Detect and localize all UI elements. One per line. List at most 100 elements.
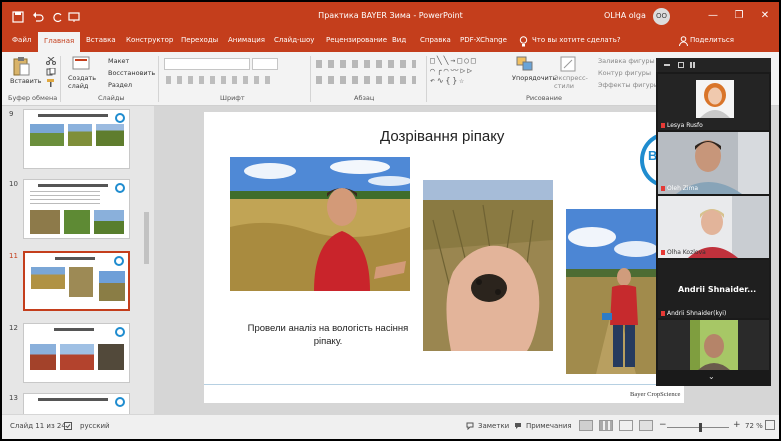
quick-styles-button[interactable]: Экспресс-стили [554,74,588,90]
language-indicator[interactable]: русский [80,422,110,430]
tab-animations[interactable]: Анимация [228,36,265,44]
tab-review[interactable]: Рецензирование [326,36,387,44]
thumb-title [38,398,108,401]
thumb-photo [94,210,124,234]
slide-thumbnail[interactable] [23,323,130,383]
thumb-photo [60,344,94,370]
reset-button[interactable]: Восстановить [108,69,155,77]
paste-icon[interactable] [12,56,30,76]
tell-me-search[interactable]: Что вы хотите сделать? [532,36,621,44]
zoom-in-button[interactable]: + [733,420,741,430]
notes-button[interactable]: Заметки [478,422,509,430]
tab-slideshow[interactable]: Слайд-шоу [274,36,314,44]
slide-counter: Слайд 11 из 24 [10,422,66,430]
alignment-buttons[interactable] [316,76,416,84]
participant-avatar [696,80,734,118]
arrange-button[interactable]: Упорядочить [512,74,556,82]
user-name[interactable]: OLHA olga [604,11,646,20]
tab-insert[interactable]: Вставка [86,36,116,44]
thumbnails-scroll-thumb[interactable] [144,212,149,264]
tab-view[interactable]: Вид [392,36,406,44]
bayer-logo [115,183,125,193]
section-button[interactable]: Раздел [108,81,132,89]
quick-styles-icon[interactable] [560,56,576,72]
zoom-slider-handle[interactable] [699,423,702,432]
restore-button[interactable]: ❐ [730,7,748,25]
new-slide-button[interactable]: Создать слайд [68,74,96,90]
slideshow-view-icon[interactable] [639,420,653,431]
tab-design[interactable]: Конструктор [126,36,173,44]
zoom-level[interactable]: 72 % [745,422,763,430]
scroll-down-icon[interactable]: ⌄ [708,372,715,381]
slides-group-label: Слайды [98,94,125,102]
slide-thumbnail[interactable] [23,393,130,414]
thumb-number: 11 [9,252,18,260]
close-button[interactable]: ✕ [756,7,774,25]
normal-view-icon[interactable] [579,420,593,431]
photo-selfie-in-field[interactable] [230,157,410,291]
zoom-slider[interactable] [667,427,729,428]
person-icon [679,36,688,46]
participant-video [690,320,738,370]
group-divider [158,56,159,102]
speaker-view-icon[interactable] [678,62,684,68]
slide-thumbnail[interactable] [23,179,130,239]
thumb-number: 12 [9,324,18,332]
minimize-button[interactable]: — [704,7,722,25]
slide-thumbnails-pane: 9 10 11 12 13 [2,106,154,414]
slide-title[interactable]: Дозрівання ріпаку [380,128,504,145]
photo-hand-with-seeds[interactable] [423,180,553,351]
spellcheck-icon[interactable] [64,422,72,430]
photo-man-in-field[interactable] [566,209,659,374]
paragraph-group-label: Абзац [354,94,375,102]
participant-tile[interactable]: Olha Kozlova [658,196,769,258]
fit-slide-icon[interactable] [765,420,775,430]
cut-icon[interactable] [46,57,56,65]
thumb-photo [69,267,93,297]
share-button[interactable]: Поделиться [690,36,734,44]
tab-help[interactable]: Справка [420,36,451,44]
footer-divider [204,384,684,385]
participant-name: Olha Kozlova [661,249,706,256]
font-format-buttons[interactable] [166,76,276,84]
shape-fill-button[interactable]: Заливка фигуры [598,57,655,65]
participant-tile[interactable] [658,320,769,370]
thumb-photo [99,271,125,301]
shape-effects-button[interactable]: Эффекты фигуры [598,81,659,89]
slide-footer: Bayer CropScience [630,391,681,398]
slide-thumbnail[interactable] [23,109,130,169]
thumb-number: 10 [9,180,18,188]
participant-tile[interactable]: Lesya Rusfo [658,74,769,130]
format-painter-icon[interactable] [46,79,56,87]
font-family-select[interactable] [164,58,250,70]
minimize-video-icon[interactable] [664,64,670,66]
arrange-icon[interactable] [516,56,534,72]
notes-icon[interactable] [466,422,474,430]
comments-icon[interactable] [514,422,522,430]
shapes-gallery[interactable]: □╲╲→□○□ ⌒╭⌒〰▷▷ ↶∿{}☆ [430,56,500,88]
avatar[interactable]: OO [653,8,670,25]
participant-name: Lesya Rusfo [661,122,703,129]
sorter-view-icon[interactable] [599,420,613,431]
copy-icon[interactable] [46,68,56,76]
comments-button[interactable]: Примечания [526,422,572,430]
zoom-out-button[interactable]: − [659,420,667,430]
tab-file[interactable]: Файл [12,36,31,44]
layout-button[interactable]: Макет [108,57,129,65]
ribbon-tabs: Файл Главная Вставка Конструктор Переход… [2,32,779,52]
slide-caption[interactable]: Провели аналіз на вологість насіння ріпа… [238,322,418,348]
tab-pdf-xchange[interactable]: PDF-XChange [460,36,507,44]
tab-transitions[interactable]: Переходы [181,36,218,44]
tab-home[interactable]: Главная [38,32,81,52]
font-size-select[interactable] [252,58,278,70]
thumb-title [55,257,95,260]
participant-tile[interactable]: Oleh Zima [658,132,769,194]
reading-view-icon[interactable] [619,420,633,431]
thumb-photo [64,210,90,234]
slide-thumbnail-selected[interactable] [23,251,130,311]
gallery-view-icon[interactable] [690,62,696,68]
new-slide-icon[interactable] [72,56,90,72]
shape-outline-button[interactable]: Контур фигуры [598,69,651,77]
list-buttons[interactable] [316,60,416,68]
paste-button[interactable]: Вставить [10,77,41,85]
